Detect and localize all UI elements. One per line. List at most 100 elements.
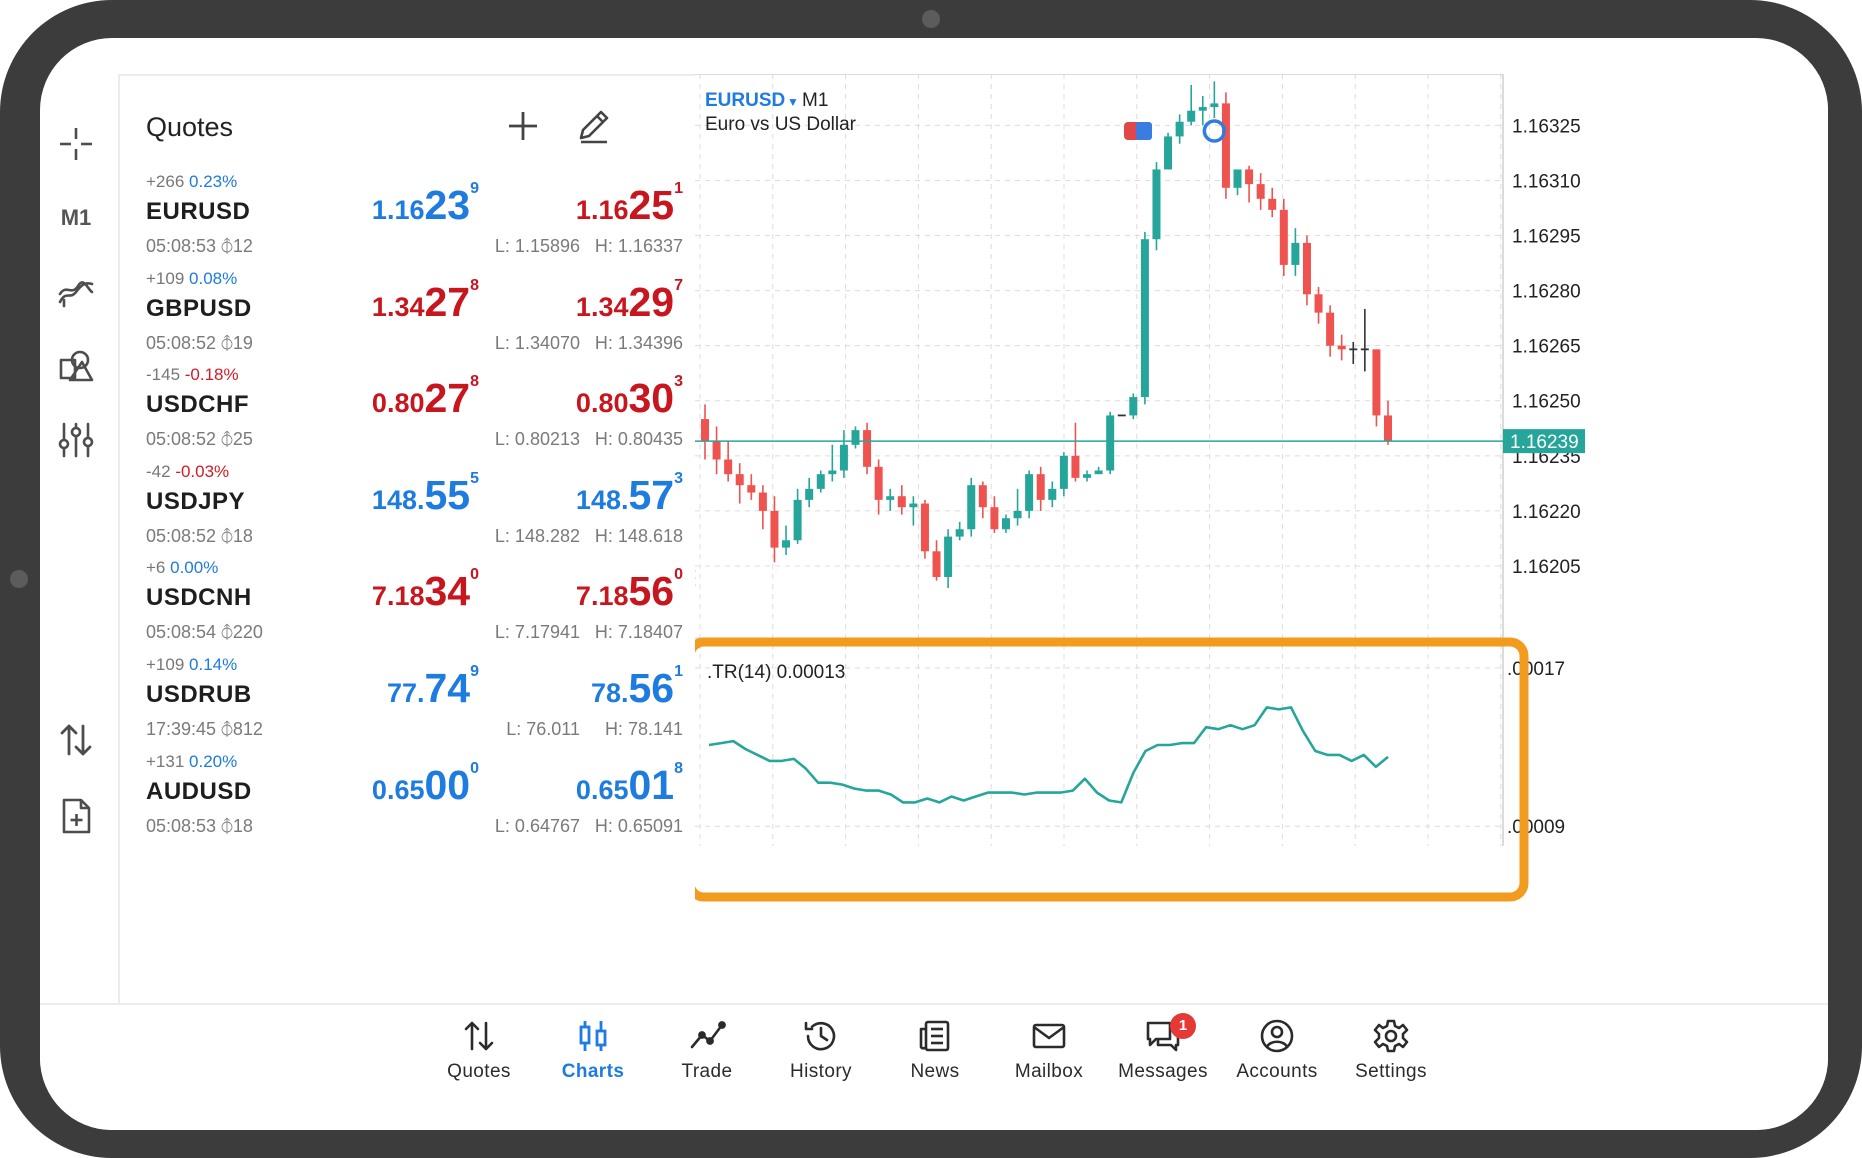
spread-value: 12 (232, 236, 253, 256)
nav-settings[interactable]: Settings (1336, 1017, 1446, 1107)
price-tick-label: 1.16205 (1512, 557, 1581, 578)
candle-body (1268, 198, 1277, 210)
candle-body (758, 492, 767, 511)
price-fraction: 8 (470, 276, 479, 294)
candle-body (1071, 455, 1080, 478)
low-price: L: 0.80213 (494, 429, 580, 450)
current-price-label: 1.16239 (1510, 432, 1579, 453)
price-prefix: 78. (590, 678, 629, 708)
time-value: 05:08:52 (146, 332, 217, 353)
quote-time: 17:39:45 ⦽812 (146, 719, 263, 740)
candle-body (886, 496, 895, 500)
app-screen: M1 Quotes +266 0.23% EURUSD 05:08:53 ⦽12… (40, 38, 1828, 1130)
chart-background (695, 74, 1828, 1003)
price-prefix: 1.16 (575, 195, 629, 225)
nav-mailbox[interactable]: Mailbox (994, 1017, 1104, 1107)
chart-settings-button[interactable] (54, 418, 98, 462)
change-percent: 0.23% (189, 172, 238, 191)
nav-accounts[interactable]: Accounts (1222, 1017, 1332, 1107)
candle-body (1233, 169, 1242, 188)
ask-price: 7.18560 (575, 566, 683, 615)
indicators-icon (58, 281, 94, 308)
candle-body (1001, 518, 1010, 530)
price-prefix: 0.80 (575, 388, 629, 419)
chart-canvas[interactable]: 1.162051.162201.162351.162501.162651.162… (695, 74, 1828, 1003)
spread-icon: ⦽ (221, 525, 233, 546)
timeframe-button[interactable]: M1 (54, 196, 98, 240)
candle-body (1036, 474, 1045, 500)
candle-body (712, 441, 721, 460)
nav-charts[interactable]: Charts (538, 1017, 648, 1107)
spread-value: 19 (232, 332, 253, 353)
nav-quotes[interactable]: Quotes (424, 1017, 534, 1107)
unread-badge: 1 (1170, 1013, 1196, 1039)
price-prefix: 7.18 (371, 581, 425, 612)
spread-icon: ⦽ (221, 719, 233, 739)
quotes-panel: Quotes +266 0.23% EURUSD 05:08:53 ⦽12 1.162… (118, 74, 697, 1005)
nav-messages[interactable]: 1 Messages (1108, 1013, 1218, 1107)
objects-button[interactable] (54, 344, 98, 388)
tablet-device: M1 Quotes +266 0.23% EURUSD 05:08:53 ⦽12… (0, 0, 1862, 1158)
change-percent: 0.00% (170, 558, 219, 578)
candle-body (1372, 349, 1381, 416)
new-order-button[interactable] (54, 794, 98, 838)
pencil-icon (579, 110, 609, 144)
price-prefix: 1.34 (575, 291, 629, 322)
price-tick-label: 1.16280 (1512, 282, 1581, 303)
price-prefix: 7.18 (575, 581, 629, 612)
order-marker-buy (1136, 122, 1152, 140)
price-fraction: 7 (674, 276, 683, 294)
candle-body (1384, 415, 1392, 442)
candle-body (1152, 169, 1161, 240)
price-prefix: 77. (386, 678, 425, 708)
trade-toggle-button[interactable] (54, 718, 98, 762)
nav-label: Settings (1355, 1061, 1427, 1082)
price-prefix: 1.16 (371, 195, 425, 225)
nav-history[interactable]: History (766, 1017, 876, 1107)
change-points: +131 (146, 751, 185, 771)
high-price: H: 7.18407 (594, 622, 683, 643)
nav-label: Messages (1118, 1061, 1208, 1082)
price-fraction: 0 (674, 566, 683, 584)
spread-icon: ⦽ (221, 332, 233, 353)
price-fraction: 1 (674, 663, 683, 680)
candle-body (793, 499, 802, 541)
indicator-tick-label: .00009 (1507, 817, 1565, 838)
candle-body (874, 466, 883, 500)
change-percent: 0.20% (189, 751, 238, 771)
add-symbol-button[interactable] (501, 104, 545, 148)
indicators-button[interactable] (54, 270, 98, 314)
edit-symbols-button[interactable] (571, 104, 615, 148)
high-price: H: 148.618 (594, 525, 683, 546)
chart-description: Euro vs US Dollar (705, 114, 857, 135)
high-price: H: 78.141 (604, 719, 683, 739)
change-points: -145 (146, 365, 181, 385)
candle-body (770, 510, 779, 548)
quote-row-audusd[interactable]: +131 0.20% AUDUSD 05:08:53 ⦽18 0.65000 0.650… (120, 752, 697, 867)
quote-time: 05:08:53 ⦽18 (146, 816, 253, 837)
price-pips: 56 (628, 568, 675, 615)
candle-body (1083, 474, 1092, 478)
spread-value: 18 (232, 525, 253, 546)
chart-area[interactable]: 1.16205 1.16220 1.16235 1.16250 1.16265 1.162… (695, 74, 1828, 1003)
candle-body (724, 459, 733, 475)
crosshair-button[interactable] (54, 122, 98, 166)
bid-price: 7.18340 (371, 566, 479, 615)
nav-news[interactable]: News (880, 1017, 990, 1107)
price-pips: 23 (424, 182, 471, 228)
news-icon (919, 1020, 950, 1052)
candle-body (1013, 510, 1022, 519)
nav-trade[interactable]: Trade (652, 1017, 762, 1107)
change-text: +266 0.23% (146, 172, 237, 192)
candle-body (967, 485, 976, 530)
sliders-icon (58, 422, 94, 458)
low-price: L: 1.15896 (494, 236, 580, 256)
time-value: 05:08:52 (146, 525, 217, 546)
bid-price: 0.80278 (372, 373, 479, 422)
symbol-name: USDCHF (146, 391, 249, 419)
nav-label: Trade (681, 1061, 733, 1082)
time-value: 05:08:54 (146, 622, 217, 643)
price-pips: 30 (628, 375, 675, 422)
spread-value: 220 (232, 622, 263, 643)
candle-body (909, 503, 918, 508)
